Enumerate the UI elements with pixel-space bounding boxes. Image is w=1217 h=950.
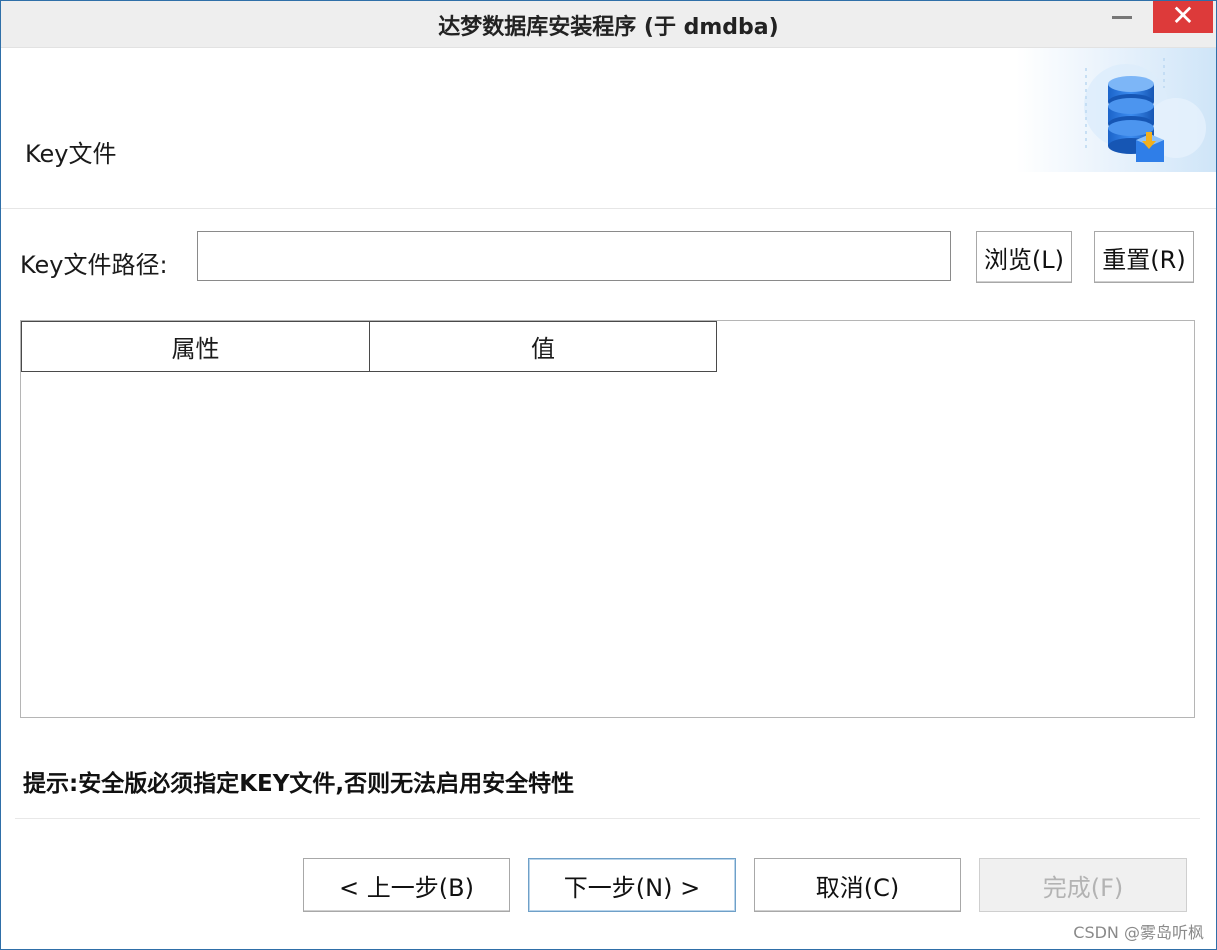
close-button[interactable]: ✕: [1153, 1, 1213, 33]
window-title: 达梦数据库安装程序 (于 dmdba): [438, 15, 779, 40]
key-file-path-label: Key文件路径:: [20, 251, 168, 279]
finish-button[interactable]: 完成(F): [979, 858, 1187, 912]
close-icon: ✕: [1171, 0, 1195, 32]
watermark: CSDN @雾岛听枫: [1073, 923, 1204, 942]
minimize-icon: [1112, 16, 1132, 19]
reset-button[interactable]: 重置(R): [1094, 231, 1194, 283]
cancel-button[interactable]: 取消(C): [754, 858, 961, 912]
next-button[interactable]: 下一步(N) >: [528, 858, 736, 912]
minimize-button[interactable]: [1101, 1, 1145, 33]
column-header-value[interactable]: 值: [369, 321, 717, 372]
hint-text: 提示:安全版必须指定KEY文件,否则无法启用安全特性: [23, 771, 575, 797]
page-title: Key文件: [25, 140, 117, 168]
key-file-path-input[interactable]: [197, 231, 951, 281]
database-install-icon: [1016, 48, 1216, 172]
installer-window: 达梦数据库安装程序 (于 dmdba) ✕ Key文件 Key文件路径: 浏览(…: [0, 0, 1217, 950]
footer-divider: [15, 818, 1200, 819]
browse-button[interactable]: 浏览(L): [976, 231, 1072, 283]
title-bar[interactable]: 达梦数据库安装程序 (于 dmdba) ✕: [1, 1, 1216, 48]
back-button[interactable]: < 上一步(B): [303, 858, 510, 912]
column-header-attribute[interactable]: 属性: [21, 321, 370, 372]
page-header: Key文件: [1, 48, 1216, 209]
key-properties-table[interactable]: 属性 值: [20, 320, 1195, 718]
